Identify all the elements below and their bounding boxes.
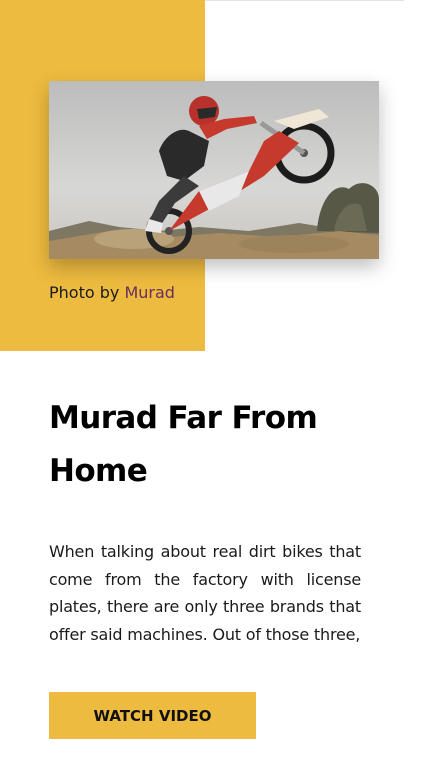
photo-credit-prefix: Photo by	[49, 283, 120, 302]
photo-credit: Photo by Murad	[49, 281, 175, 305]
photo-credit-author-link[interactable]: Murad	[124, 283, 174, 302]
article-excerpt: When talking about real dirt bikes that …	[49, 542, 361, 644]
watch-video-button[interactable]: WATCH VIDEO	[49, 692, 256, 739]
hero-photo	[49, 81, 379, 259]
dirt-bike-photo	[49, 81, 379, 259]
article-title: Murad Far From Home	[49, 400, 318, 489]
